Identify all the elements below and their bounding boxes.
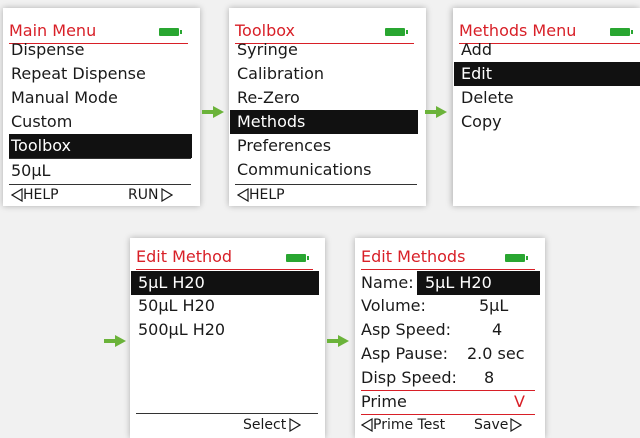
menu-item-edit[interactable]: Edit	[454, 62, 640, 86]
methods-menu-screen: Methods Menu Add Edit Delete Copy	[453, 8, 640, 206]
menu-item-preferences[interactable]: Preferences	[235, 134, 418, 158]
asp-pause-value[interactable]: 2.0 sec	[467, 342, 525, 366]
edit-methods-screen: Edit Methods Name: 5µL H20 Volume: 5µL A…	[355, 238, 545, 438]
battery-icon	[610, 28, 633, 36]
run-softkey[interactable]: RUN	[128, 185, 174, 205]
asp-speed-value[interactable]: 4	[492, 318, 502, 342]
save-softkey[interactable]: Save	[474, 415, 523, 435]
right-triangle-icon	[289, 418, 302, 432]
menu-item-custom[interactable]: Custom	[9, 110, 192, 134]
prime-test-softkey[interactable]: Prime Test	[361, 415, 445, 435]
arrow-right-icon	[425, 106, 447, 118]
menu-item-communications[interactable]: Communications	[235, 158, 418, 182]
volume-value[interactable]: 5µL	[479, 294, 508, 318]
menu-item-toolbox[interactable]: Toolbox	[9, 134, 192, 158]
edit-method-title: Edit Method	[136, 247, 233, 266]
left-triangle-icon	[11, 188, 23, 202]
select-label: Select	[243, 417, 287, 433]
help-softkey[interactable]: HELP	[237, 185, 285, 205]
menu-item-calibration[interactable]: Calibration	[235, 62, 418, 86]
disp-speed-label: Disp Speed:	[361, 368, 457, 387]
run-label: RUN	[128, 187, 159, 203]
main-menu-screen: Main Menu Dispense Repeat Dispense Manua…	[3, 8, 200, 206]
title-divider	[136, 269, 313, 270]
menu-item-methods[interactable]: Methods	[230, 110, 418, 134]
disp-speed-value[interactable]: 8	[484, 366, 494, 390]
menu-item-delete[interactable]: Delete	[459, 86, 640, 110]
prime-label: Prime	[361, 392, 407, 411]
menu-item-dispense[interactable]: Dispense	[9, 38, 192, 62]
toolbox-screen: Toolbox Syringe Calibration Re-Zero Meth…	[229, 8, 426, 206]
menu-item-copy[interactable]: Copy	[459, 110, 640, 134]
volume-label: Volume:	[361, 296, 426, 315]
method-item-50ul-h20[interactable]: 50µL H20	[136, 294, 319, 318]
save-label: Save	[474, 417, 509, 433]
method-item-500ul-h20[interactable]: 500µL H20	[136, 318, 319, 342]
name-value-field[interactable]: 5µL H20	[417, 271, 540, 295]
help-label: HELP	[23, 187, 59, 203]
method-item-5ul-h20[interactable]: 5µL H20	[131, 271, 319, 295]
prime-test-label: Prime Test	[373, 417, 446, 433]
menu-item-manual-mode[interactable]: Manual Mode	[9, 86, 192, 110]
menu-item-re-zero[interactable]: Re-Zero	[235, 86, 418, 110]
left-triangle-icon	[361, 418, 373, 432]
battery-icon	[159, 28, 182, 36]
prime-indicator[interactable]: V	[514, 390, 525, 414]
help-softkey[interactable]: HELP	[11, 185, 59, 205]
name-label: Name:	[361, 273, 414, 292]
select-softkey[interactable]: Select	[243, 415, 302, 435]
battery-icon	[385, 28, 408, 36]
menu-item-syringe[interactable]: Syringe	[235, 38, 418, 62]
edit-method-screen: Edit Method 5µL H20 50µL H20 500µL H20 S…	[130, 238, 325, 438]
volume-readout: 50µL	[11, 161, 51, 180]
asp-speed-label: Asp Speed:	[361, 320, 452, 339]
battery-icon	[505, 254, 528, 262]
title-divider	[361, 269, 535, 270]
right-triangle-icon	[161, 188, 174, 202]
arrow-right-icon	[327, 335, 349, 347]
asp-pause-label: Asp Pause:	[361, 344, 448, 363]
arrow-right-icon	[202, 106, 224, 118]
divider	[136, 413, 318, 414]
arrow-right-icon	[104, 335, 126, 347]
help-label: HELP	[249, 187, 285, 203]
left-triangle-icon	[237, 188, 249, 202]
edit-methods-title: Edit Methods	[361, 247, 466, 266]
menu-item-repeat-dispense[interactable]: Repeat Dispense	[9, 62, 192, 86]
menu-item-add[interactable]: Add	[459, 38, 640, 62]
battery-icon	[286, 254, 309, 262]
right-triangle-icon	[510, 418, 523, 432]
